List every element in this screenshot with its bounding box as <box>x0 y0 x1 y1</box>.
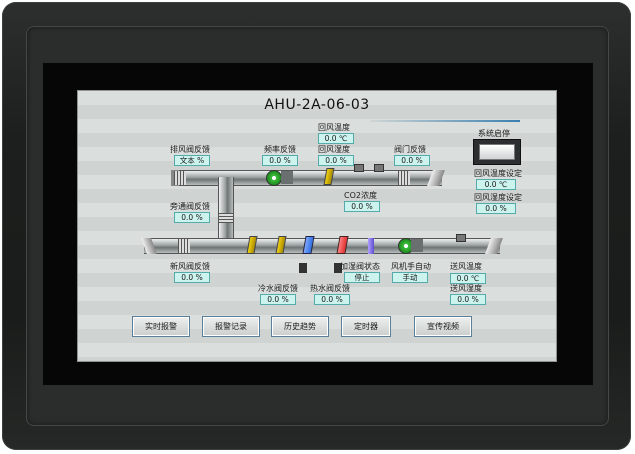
promo-video-button[interactable]: 宣传视频 <box>414 316 472 337</box>
return-temp-label: 回风温度 <box>318 123 350 132</box>
supply-hum-value: 0.0 % <box>450 294 486 305</box>
return-temp-value: 0.0 ℃ <box>318 133 354 144</box>
supply-temp-label: 送风温度 <box>450 262 482 271</box>
return-hum-set-label: 回风湿度设定 <box>474 193 522 202</box>
return-hum-value: 0.0 % <box>318 155 354 166</box>
supply-temp-value: 0.0 ℃ <box>450 273 486 284</box>
system-start-label: 系统启停 <box>478 129 510 138</box>
humid-state-value: 停止 <box>344 272 380 283</box>
supply-sensor-icon <box>456 234 466 242</box>
fan-mode-label: 风机手自动 <box>391 262 431 271</box>
system-start-button[interactable] <box>473 139 521 165</box>
cold-valve-label: 冷水阀反馈 <box>258 284 298 293</box>
fresh-air-label: 新风阀反馈 <box>170 262 210 271</box>
return-fan-motor <box>281 171 293 184</box>
exhaust-damper-label: 排风阀反馈 <box>170 145 210 154</box>
supply-air-duct <box>144 238 500 254</box>
return-hum-label: 回风湿度 <box>318 145 350 154</box>
return-temp-set-input[interactable]: 0.0 ℃ <box>476 179 516 190</box>
cold-valve-icon <box>299 263 307 273</box>
hot-valve-value: 0.0 % <box>314 294 350 305</box>
hot-valve-label: 热水阀反馈 <box>310 284 350 293</box>
freq-value: 0.0 % <box>262 155 298 166</box>
hmi-screen: AHU-2A-06-03 排风阀反馈 文本 % 频率反馈 0.0 % 回风温度 … <box>77 90 557 362</box>
fresh-air-value: 0.0 % <box>174 272 210 283</box>
co2-label: CO2浓度 <box>344 191 377 200</box>
valve-sensor-icon <box>374 164 384 172</box>
return-hum-set-input[interactable]: 0.0 % <box>476 203 516 214</box>
return-damper <box>398 171 410 185</box>
fresh-air-damper <box>178 239 190 253</box>
fan-mode-value[interactable]: 手动 <box>392 272 428 283</box>
history-trend-button[interactable]: 历史趋势 <box>271 316 329 337</box>
bypass-damper <box>219 213 233 223</box>
supply-hum-label: 送风湿度 <box>450 284 482 293</box>
page-title: AHU-2A-06-03 <box>264 97 370 113</box>
return-fan-icon <box>266 170 282 186</box>
valve-fb-label: 阀门反馈 <box>394 145 426 154</box>
bypass-value: 0.0 % <box>174 212 210 223</box>
humid-state-label: 加湿阀状态 <box>340 262 380 271</box>
alarm-record-button[interactable]: 报警记录 <box>202 316 260 337</box>
freq-label: 频率反馈 <box>264 145 296 154</box>
exhaust-damper <box>174 171 186 185</box>
title-underline <box>370 120 520 122</box>
system-start-switch[interactable] <box>479 144 515 160</box>
co2-value: 0.0 % <box>344 201 380 212</box>
humidifier <box>368 238 374 254</box>
timer-button[interactable]: 定时器 <box>341 316 391 337</box>
cold-valve-value: 0.0 % <box>260 294 296 305</box>
co2-sensor-icon <box>354 164 364 172</box>
realtime-alarm-button[interactable]: 实时报警 <box>132 316 190 337</box>
supply-fan-motor <box>411 239 423 252</box>
exhaust-damper-value: 文本 % <box>174 155 210 166</box>
bypass-label: 旁通阀反馈 <box>170 202 210 211</box>
return-temp-set-label: 回风温度设定 <box>474 169 522 178</box>
valve-fb-value: 0.0 % <box>394 155 430 166</box>
